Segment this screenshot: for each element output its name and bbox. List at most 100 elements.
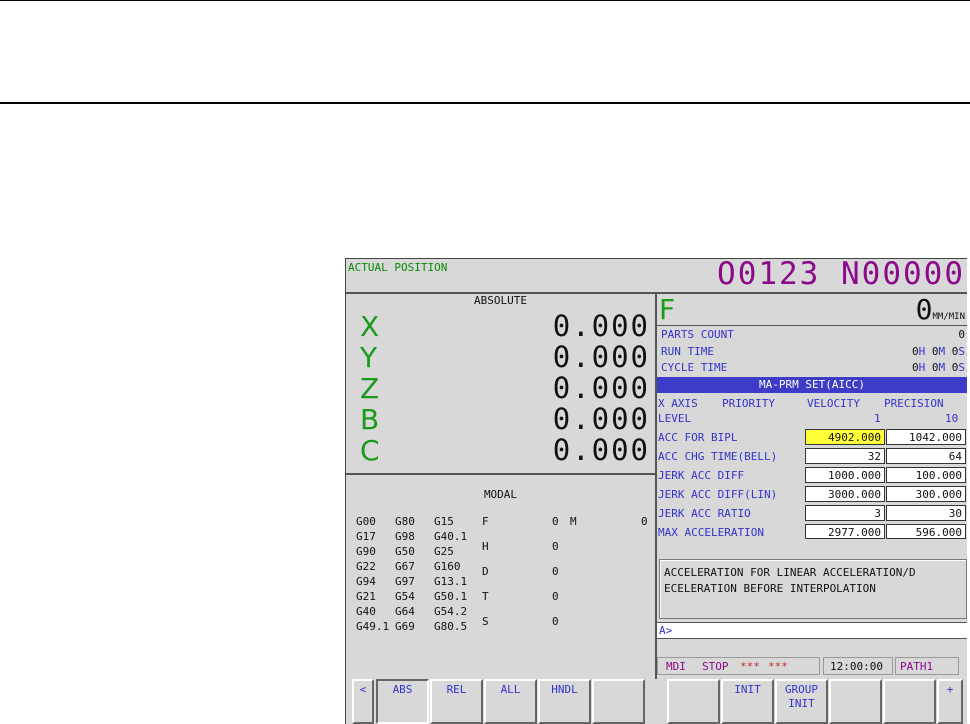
status-clock-box: 12:00:00 [823,657,893,675]
gcode: G50 [395,545,415,558]
feed-unit: MM/MIN [932,312,965,322]
program-number: O0123 N00000 [717,258,965,292]
softkey-blank-4[interactable] [883,679,936,724]
param-label: JERK ACC DIFF [658,469,745,482]
softkey-group-init[interactable]: GROUP INIT [775,679,828,724]
axis-value: 0.000 [552,371,650,405]
gcode: G40.1 [434,530,468,543]
axis-label: C [360,434,380,467]
softkey-init[interactable]: INIT [721,679,774,724]
modal-code-value: 0 [552,515,559,528]
level-label: LEVEL [658,412,692,425]
gcode: G94 [356,575,376,588]
position-panel-right-border [655,292,657,679]
param-precision-field[interactable]: 64 [886,448,966,464]
gcode: G64 [395,605,415,618]
minutes-unit: M [938,361,946,374]
param-label: ACC FOR BIPL [658,431,738,444]
modal-code-label: D [482,565,489,578]
param-velocity-field[interactable]: 2977.000 [805,524,885,539]
softkey-all[interactable]: ALL [484,679,537,724]
run-time-label: RUN TIME [661,345,714,358]
param-velocity-field[interactable]: 32 [805,448,885,464]
softkey-hndl[interactable]: HNDL [538,679,591,724]
gcode: G21 [356,590,376,603]
param-velocity-field[interactable]: 3000.000 [805,486,885,502]
param-precision-field[interactable]: 596.000 [886,524,966,539]
input-line-bottom-border [657,638,967,639]
status-clock: 12:00:00 [830,660,883,673]
param-precision-field[interactable]: 300.000 [886,486,966,502]
param-help-line-2: ECELERATION BEFORE INTERPOLATION [664,582,876,595]
gcode: G67 [395,560,415,573]
softkey-left-arrow[interactable]: < [352,679,374,724]
gcode: G25 [434,545,454,558]
axis-value: 0.000 [552,309,650,343]
modal-code-label: H [482,540,489,553]
axis-label: Y [360,341,378,374]
axis-label: X [360,310,380,343]
key-input-line[interactable]: A> [657,623,967,638]
axis-row-x: X 0.000 [360,309,650,343]
softkey-group-init-line-1: GROUP [784,683,819,696]
input-prompt: A> [659,624,673,637]
page-top-rule [0,0,970,1]
softkey-group-init-line-2: INIT [788,697,815,710]
softkey-abs[interactable]: ABS [376,679,429,724]
gcode: G40 [356,605,376,618]
param-help-line-1: ACCELERATION FOR LINEAR ACCELERATION/D [664,566,916,579]
status-alarm-2: *** [768,660,788,673]
param-velocity-field[interactable]: 3 [805,505,885,521]
softkey-right-arrow[interactable]: + [937,679,963,724]
cnc-screen: ACTUAL POSITION O0123 N00000 ABSOLUTE X … [345,258,967,724]
axis-row-b: B 0.000 [360,402,650,436]
screen-title: ACTUAL POSITION [348,261,448,274]
modal-code-label: S [482,615,489,628]
modal-panel-top-border [346,473,655,475]
minutes-unit: M [938,345,946,358]
precision-column-label: PRECISION [884,397,944,410]
status-path: PATH1 [900,660,934,673]
hours-unit: H [918,345,926,358]
page-header-rule [0,102,970,104]
softkey-blank-1[interactable] [592,679,645,724]
param-velocity-field[interactable]: 1000.000 [805,467,885,483]
modal-code-value: 0 [552,540,559,553]
param-precision-field[interactable]: 1042.000 [886,429,966,445]
gcode: G69 [395,620,415,633]
axis-value: 0.000 [552,402,650,436]
run-time-hours: 0 [912,345,919,358]
run-time-minutes: 0 [931,345,939,358]
gcode: G15 [434,515,454,528]
modal-code-value: 0 [552,590,559,603]
modal-m-label: M [570,515,577,528]
param-precision-field[interactable]: 100.000 [886,467,966,483]
softkey-rel[interactable]: REL [430,679,483,724]
modal-code-value: 0 [552,615,559,628]
param-help-box: ACCELERATION FOR LINEAR ACCELERATION/D E… [659,559,967,619]
softkey-blank-2[interactable] [667,679,720,724]
gcode: G22 [356,560,376,573]
param-label: JERK ACC DIFF(LIN) [658,488,778,501]
gcode: G97 [395,575,415,588]
param-precision-field[interactable]: 30 [886,505,966,521]
param-velocity-field[interactable]: 4902.000 [805,429,885,445]
gcode: G90 [356,545,376,558]
cycle-time-hours: 0 [912,361,919,374]
status-state: STOP [702,660,729,673]
axis-row-y: Y 0.000 [360,341,650,374]
axis-row-c: C 0.000 [360,434,650,467]
hours-unit: H [918,361,926,374]
modal-header: MODAL [483,488,518,501]
modal-code-value: 0 [552,565,559,578]
axis-row-z: Z 0.000 [360,371,650,405]
gcode: G17 [356,530,376,543]
status-alarm-1: *** [740,660,760,673]
softkey-blank-3[interactable] [829,679,882,724]
feed-label: F [659,293,676,326]
gcode: G98 [395,530,415,543]
feed-readout: 0MM/MIN [916,294,965,326]
param-label: JERK ACC RATIO [658,507,751,520]
parts-count-label: PARTS COUNT [661,328,734,341]
position-header: ABSOLUTE [474,294,527,307]
